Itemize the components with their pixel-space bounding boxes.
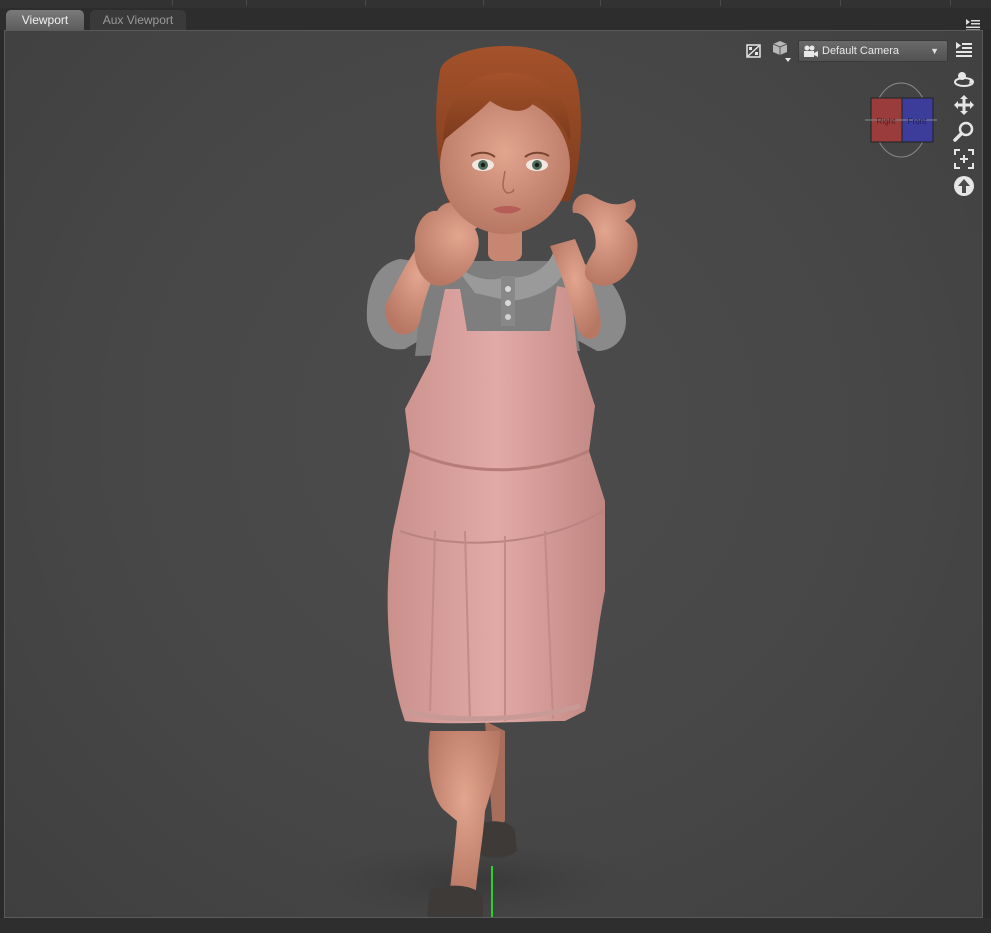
camera-select-label: Default Camera — [822, 45, 900, 57]
orbit-icon[interactable] — [953, 68, 975, 90]
camera-select[interactable]: Default Camera ▼ — [798, 40, 948, 62]
pane-options-icon[interactable] — [954, 39, 974, 59]
pan-icon[interactable] — [953, 94, 975, 116]
bottom-strip — [0, 918, 991, 933]
view-cube-graphic: Right Front — [865, 82, 937, 158]
viewport-tab-bar: Viewport Aux Viewport — [0, 8, 991, 31]
draw-style-icon[interactable] — [745, 42, 763, 60]
zoom-icon[interactable] — [953, 121, 975, 143]
view-cube-right-face: Right — [877, 117, 896, 126]
chevron-down-icon: ▼ — [930, 46, 939, 56]
frame-icon[interactable] — [953, 148, 975, 170]
top-toolbar-strip — [0, 0, 991, 8]
camera-icon — [804, 45, 818, 57]
reset-view-icon[interactable] — [953, 175, 975, 197]
viewport-3d[interactable]: Default Camera ▼ Right Front — [4, 30, 983, 918]
rendered-figure — [315, 46, 638, 917]
viewport-view-icon[interactable] — [769, 38, 793, 64]
view-cube-front-face: Front — [908, 117, 927, 126]
view-cube[interactable]: Right Front — [865, 81, 937, 159]
tab-viewport[interactable]: Viewport — [6, 10, 84, 30]
tab-aux-viewport[interactable]: Aux Viewport — [90, 10, 186, 30]
